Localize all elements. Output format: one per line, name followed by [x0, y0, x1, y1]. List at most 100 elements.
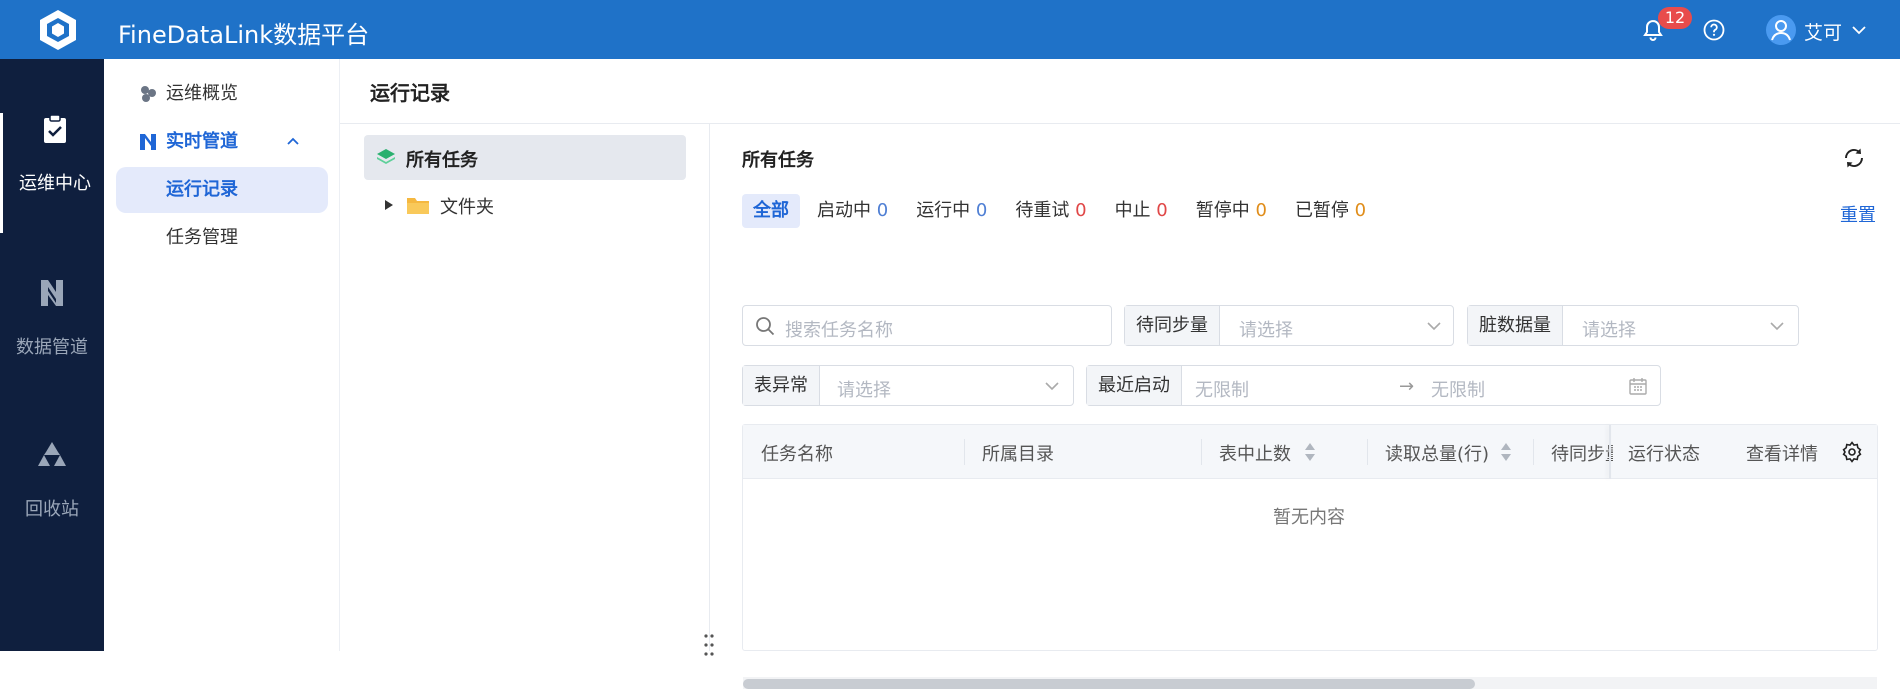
page-title: 运行记录 [370, 81, 450, 105]
filter-running[interactable]: 运行中 0 [905, 194, 998, 228]
filter-count: 0 [1075, 200, 1087, 221]
tree-item-label: 所有任务 [406, 150, 478, 171]
filter-label: 中止 [1114, 200, 1151, 221]
select-placeholder: 请选择 [1239, 320, 1293, 341]
field-label: 最近启动 [1087, 366, 1182, 405]
chevron-down-icon [1045, 382, 1059, 391]
range-end[interactable]: 无限制 [1431, 376, 1485, 402]
sub-item-task-mgmt[interactable]: 任务管理 [116, 215, 328, 261]
filter-label: 启动中 [817, 200, 871, 221]
user-icon [1771, 20, 1791, 41]
clipboard-check-icon [44, 114, 66, 143]
sub-item-label: 实时管道 [166, 131, 238, 152]
filter-all[interactable]: 全部 [742, 194, 800, 228]
sub-item-label: 运行记录 [166, 179, 238, 200]
range-arrow: → [1399, 376, 1415, 397]
nav-label: 数据管道 [16, 337, 88, 358]
notification-badge: 12 [1658, 7, 1692, 29]
filter-retry[interactable]: 待重试 0 [1004, 194, 1097, 228]
field-label: 脏数据量 [1468, 306, 1563, 345]
filter-label: 全部 [753, 200, 789, 221]
filter-aborted[interactable]: 中止 0 [1104, 194, 1179, 228]
scrollbar-thumb[interactable] [743, 679, 1475, 689]
sub-item-overview[interactable]: 运维概览 [116, 71, 328, 117]
filter-count: 0 [1156, 200, 1168, 221]
tree-item-all-tasks[interactable]: 所有任务 [364, 135, 686, 180]
table-header: 任务名称 所属目录 表中止数 读取总量(行) 待同步量 运行状态 查看详情 [743, 425, 1877, 479]
search-input[interactable]: 搜索任务名称 [742, 305, 1112, 346]
task-table: 任务名称 所属目录 表中止数 读取总量(行) 待同步量 运行状态 查看详情 [742, 424, 1878, 689]
search-placeholder: 搜索任务名称 [785, 320, 893, 341]
drag-handle-icon[interactable] [702, 632, 716, 658]
select-placeholder: 请选择 [837, 380, 891, 401]
chevron-down-icon[interactable] [1850, 21, 1868, 39]
nav-item-data-pipeline[interactable]: 数据管道 [0, 277, 104, 397]
tasks-panel: 所有任务 全部 启动中 0 运行中 0 待重试 0 中止 0 暂停中 0 已暂停… [742, 124, 1882, 689]
filter-label: 待重试 [1015, 200, 1070, 221]
filter-count: 0 [876, 200, 889, 221]
tree-item-label: 文件夹 [440, 197, 494, 218]
sort-icon[interactable] [1499, 441, 1513, 463]
recycle-icon [38, 442, 66, 466]
sub-item-run-records[interactable]: 运行记录 [116, 167, 328, 213]
logo-icon [40, 10, 76, 50]
gear-icon[interactable] [1841, 441, 1863, 463]
filter-label: 已暂停 [1294, 200, 1349, 221]
horizontal-scrollbar[interactable] [743, 677, 1877, 689]
field-label: 待同步量 [1125, 306, 1220, 345]
range-start[interactable]: 无限制 [1195, 376, 1249, 402]
chevron-down-icon [1770, 322, 1784, 331]
sub-item-realtime-pipeline[interactable]: 实时管道 [116, 119, 328, 165]
column-header: 运行状态 [1628, 444, 1700, 465]
nav-label: 运维中心 [19, 173, 91, 194]
filter-count: 0 [1354, 200, 1367, 221]
section-title: 所有任务 [742, 150, 814, 171]
column-header: 所属目录 [982, 444, 1054, 465]
filter-starting[interactable]: 启动中 0 [806, 194, 899, 228]
nav-item-recycle-bin[interactable]: 回收站 [0, 439, 104, 559]
nav-item-ops-center[interactable]: 运维中心 [0, 113, 104, 233]
column-header: 任务名称 [761, 444, 833, 465]
sub-item-label: 任务管理 [166, 227, 238, 248]
username[interactable]: 艾可 [1804, 18, 1842, 45]
left-nav: 运维中心 数据管道 回收站 [0, 59, 104, 651]
filter-count: 0 [975, 200, 988, 221]
sub-nav: 运维概览 实时管道 运行记录 任务管理 [104, 59, 340, 651]
dashboard-icon [141, 86, 156, 102]
field-label: 表异常 [743, 366, 820, 405]
caret-right-icon[interactable] [384, 199, 394, 211]
task-tree: 所有任务 文件夹 [340, 124, 714, 656]
table-exception-select[interactable]: 表异常 请选择 [742, 365, 1074, 406]
main-content: 运行记录 所有任务 文件夹 所有任务 全部 启动中 0 运行中 0 待重试 0 … [340, 59, 1900, 689]
filter-label: 运行中 [916, 200, 971, 221]
sub-item-label: 运维概览 [166, 83, 238, 104]
dirty-data-select[interactable]: 脏数据量 请选择 [1467, 305, 1799, 346]
column-header[interactable]: 表中止数 [1219, 440, 1291, 466]
refresh-icon[interactable] [1842, 146, 1866, 170]
calendar-icon[interactable] [1628, 376, 1648, 396]
column-header[interactable]: 读取总量(行) [1385, 440, 1489, 466]
pipeline-icon [41, 280, 63, 306]
filter-pausing[interactable]: 暂停中 0 [1185, 194, 1278, 228]
chevron-up-icon[interactable] [286, 135, 300, 149]
reset-button[interactable]: 重置 [1840, 201, 1876, 227]
top-bar: FineDataLink数据平台 12 艾可 [0, 0, 1900, 59]
search-icon [756, 317, 775, 336]
avatar[interactable] [1766, 15, 1796, 45]
filter-count: 0 [1255, 200, 1267, 221]
sort-icon[interactable] [1303, 441, 1317, 463]
filter-label: 暂停中 [1195, 200, 1250, 221]
nav-label: 回收站 [25, 499, 79, 520]
chevron-down-icon [1427, 322, 1441, 331]
help-icon[interactable] [1703, 19, 1725, 41]
pending-sync-select[interactable]: 待同步量 请选择 [1124, 305, 1454, 346]
empty-message: 暂无内容 [1273, 507, 1345, 528]
pipeline-icon [140, 134, 156, 150]
layers-icon [377, 149, 395, 164]
recent-start-range[interactable]: 最近启动 无限制 → 无限制 [1086, 365, 1661, 406]
column-header: 查看详情 [1746, 444, 1818, 465]
filter-paused[interactable]: 已暂停 0 [1284, 194, 1377, 228]
folder-icon [407, 198, 429, 214]
select-placeholder: 请选择 [1582, 320, 1636, 341]
app-title: FineDataLink数据平台 [118, 21, 370, 49]
